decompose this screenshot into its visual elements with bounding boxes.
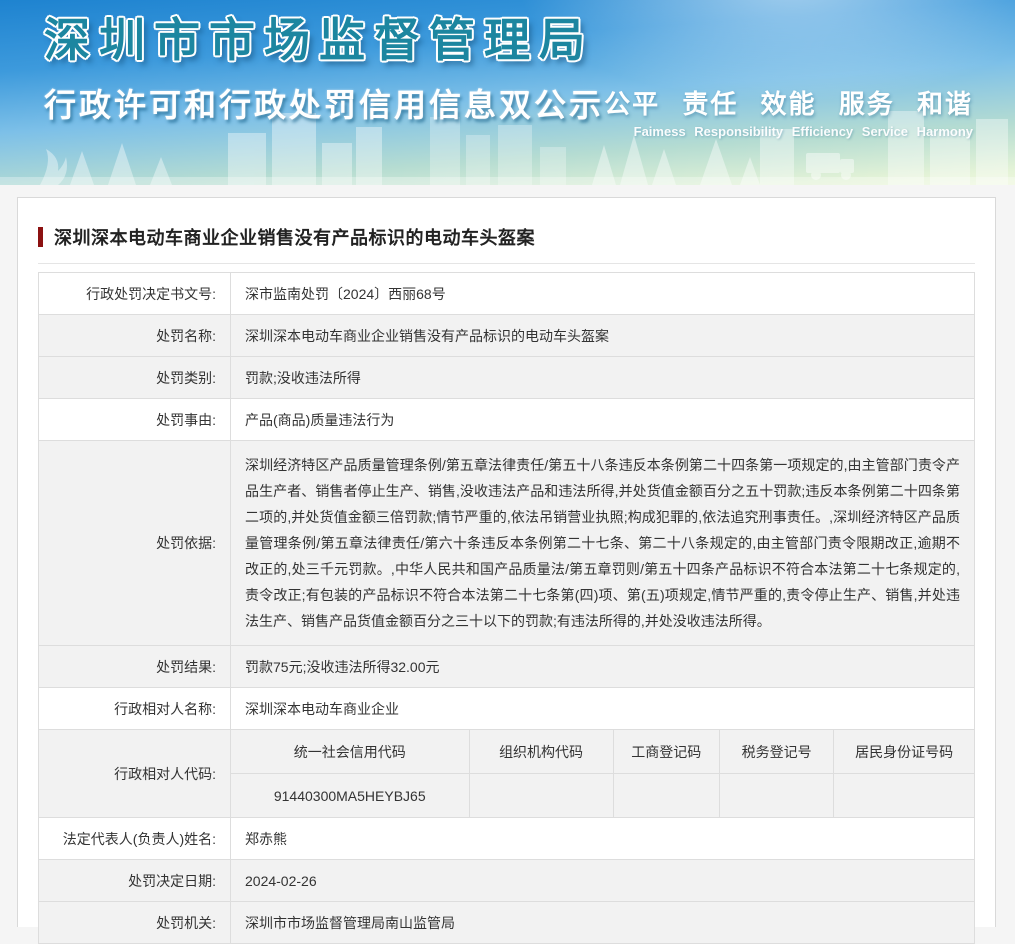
row-value: 深圳市市场监督管理局南山监管局 [245, 914, 455, 931]
table-row-penalty-name: 处罚名称: 深圳深本电动车商业企业销售没有产品标识的电动车头盔案 [39, 315, 974, 357]
codes-subtable: 统一社会信用代码 组织机构代码 工商登记码 税务登记号 居民身份证号码 9144… [231, 730, 974, 817]
table-row-penalty-authority: 处罚机关: 深圳市市场监督管理局南山监管局 [39, 902, 974, 944]
table-row-penalty-category: 处罚类别: 罚款;没收违法所得 [39, 357, 974, 399]
banner-subtitle: 行政许可和行政处罚信用信息双公示 [44, 87, 605, 123]
agency-title: 深圳市市场监督管理局 [44, 14, 594, 66]
row-value: 深市监南处罚〔2024〕西丽68号 [245, 285, 446, 302]
site-banner: 深圳市市场监督管理局 行政许可和行政处罚信用信息双公示 公平 责任 效能 服务 … [0, 0, 1015, 185]
row-value: 产品(商品)质量违法行为 [245, 411, 395, 428]
codes-header-id-number: 居民身份证号码 [855, 743, 954, 760]
row-label: 处罚类别: [39, 357, 231, 398]
table-row-penalty-basis: 处罚依据: 深圳经济特区产品质量管理条例/第五章法律责任/第五十八条违反本条例第… [39, 441, 974, 646]
banner-slogan: 公平 责任 效能 服务 和谐 Faimess Responsibility Ef… [604, 84, 973, 139]
title-divider [38, 263, 975, 264]
row-value: 2024-02-26 [245, 872, 317, 889]
row-label: 行政处罚决定书文号: [39, 273, 231, 314]
codes-value-business-reg [614, 774, 720, 817]
row-value: 郑赤熊 [245, 830, 287, 847]
slogan-chinese: 公平 责任 效能 服务 和谐 [604, 89, 973, 119]
slogan-english: Faimess Responsibility Efficiency Servic… [633, 124, 973, 139]
table-row-legal-representative: 法定代表人(负责人)姓名: 郑赤熊 [39, 818, 974, 860]
case-title: 深圳深本电动车商业企业销售没有产品标识的电动车头盔案 [54, 228, 535, 248]
codes-value-tax-reg [720, 774, 835, 817]
row-value: 深圳深本电动车商业企业 [245, 700, 399, 717]
row-label: 处罚名称: [39, 315, 231, 356]
penalty-detail-table: 行政处罚决定书文号: 深市监南处罚〔2024〕西丽68号 处罚名称: 深圳深本电… [38, 272, 975, 944]
content-panel: 深圳深本电动车商业企业销售没有产品标识的电动车头盔案 行政处罚决定书文号: 深市… [17, 197, 996, 944]
table-row-penalty-result: 处罚结果: 罚款75元;没收违法所得32.00元 [39, 646, 974, 688]
row-label: 处罚结果: [39, 646, 231, 687]
row-value: 罚款75元;没收违法所得32.00元 [245, 658, 440, 675]
codes-value-row: 91440300MA5HEYBJ65 [231, 774, 974, 817]
codes-value-id-number [834, 774, 974, 817]
row-label: 行政相对人名称: [39, 688, 231, 729]
row-label: 法定代表人(负责人)姓名: [39, 818, 231, 859]
row-label: 行政相对人代码: [39, 730, 231, 817]
table-row-penalty-reason: 处罚事由: 产品(商品)质量违法行为 [39, 399, 974, 441]
table-row-party-name: 行政相对人名称: 深圳深本电动车商业企业 [39, 688, 974, 730]
row-label: 处罚机关: [39, 902, 231, 943]
row-label: 处罚决定日期: [39, 860, 231, 901]
row-value: 深圳深本电动车商业企业销售没有产品标识的电动车头盔案 [245, 327, 609, 344]
table-row-party-codes: 行政相对人代码: 统一社会信用代码 组织机构代码 工商登记码 税务登记号 居民身… [39, 730, 974, 818]
table-row-decision-number: 行政处罚决定书文号: 深市监南处罚〔2024〕西丽68号 [39, 273, 974, 315]
codes-header-business-reg: 工商登记码 [614, 730, 720, 773]
table-row-decision-date: 处罚决定日期: 2024-02-26 [39, 860, 974, 902]
codes-header-row: 统一社会信用代码 组织机构代码 工商登记码 税务登记号 居民身份证号码 [231, 730, 974, 774]
codes-value-credit-code: 91440300MA5HEYBJ65 [231, 774, 470, 817]
codes-header-tax-reg: 税务登记号 [720, 730, 835, 773]
codes-header-org-code: 组织机构代码 [470, 730, 614, 773]
codes-header-credit-code: 统一社会信用代码 [231, 730, 470, 773]
title-accent-bar [38, 227, 43, 247]
case-title-row: 深圳深本电动车商业企业销售没有产品标识的电动车头盔案 [38, 224, 975, 250]
row-value: 罚款;没收违法所得 [245, 369, 361, 386]
codes-value-org-code [470, 774, 614, 817]
row-label: 处罚依据: [39, 441, 231, 645]
row-value: 深圳经济特区产品质量管理条例/第五章法律责任/第五十八条违反本条例第二十四条第一… [245, 457, 960, 629]
row-label: 处罚事由: [39, 399, 231, 440]
